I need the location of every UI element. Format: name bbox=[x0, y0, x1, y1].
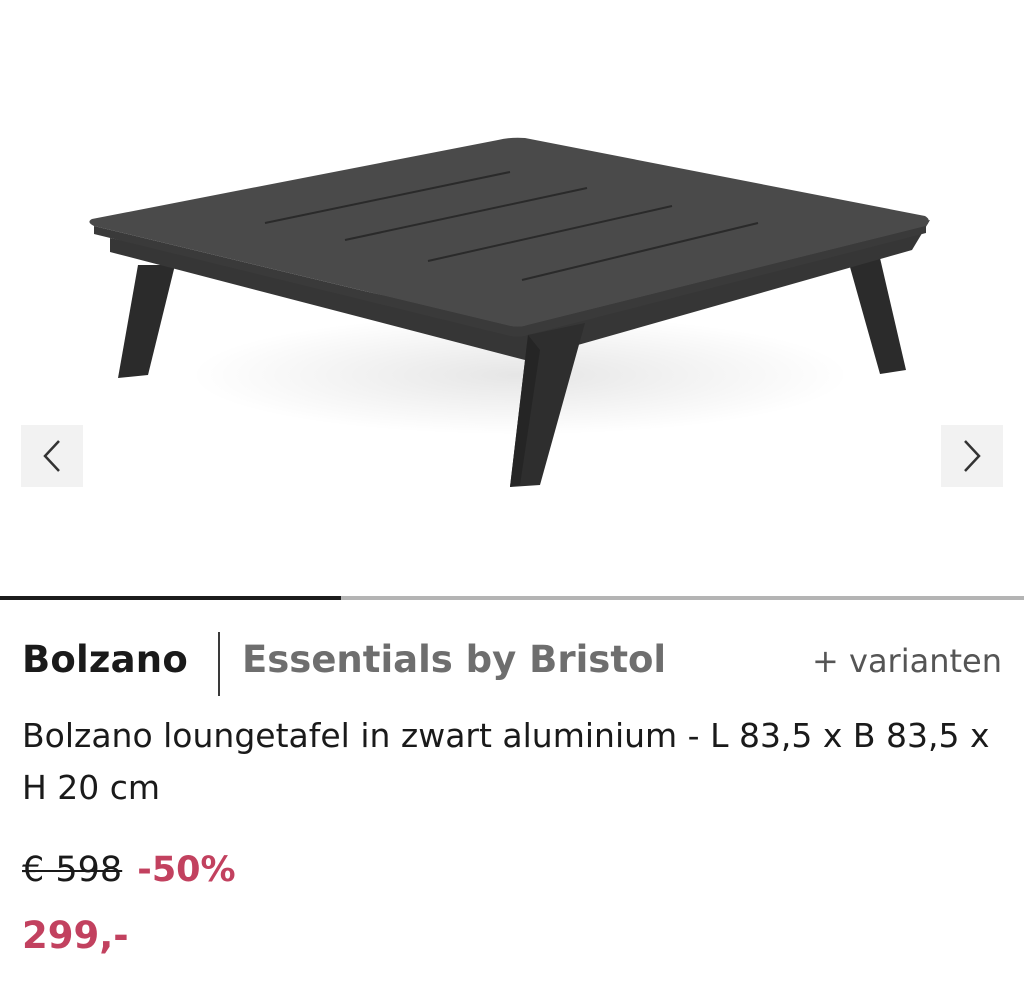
chevron-right-icon bbox=[964, 440, 981, 472]
product-image[interactable] bbox=[80, 120, 950, 510]
brand-name[interactable]: Bolzano bbox=[22, 638, 188, 681]
price-row: € 598 -50% bbox=[22, 850, 236, 898]
brand-row: Bolzano Essentials by Bristol + variante… bbox=[22, 630, 1002, 696]
sale-price: 299,- bbox=[22, 914, 129, 957]
next-image-button[interactable] bbox=[941, 425, 1003, 487]
gallery-progress-fill bbox=[0, 596, 341, 600]
brand-divider bbox=[218, 632, 220, 696]
image-gallery bbox=[0, 0, 1024, 596]
chevron-left-icon bbox=[43, 440, 60, 472]
previous-image-button[interactable] bbox=[21, 425, 83, 487]
product-title[interactable]: Bolzano loungetafel in zwart aluminium -… bbox=[22, 710, 992, 814]
discount-badge: -50% bbox=[137, 850, 236, 890]
variants-link[interactable]: + varianten bbox=[812, 642, 1002, 680]
collection-name[interactable]: Essentials by Bristol bbox=[242, 638, 666, 681]
gallery-progress-bar bbox=[0, 596, 1024, 600]
original-price: € 598 bbox=[22, 850, 123, 890]
